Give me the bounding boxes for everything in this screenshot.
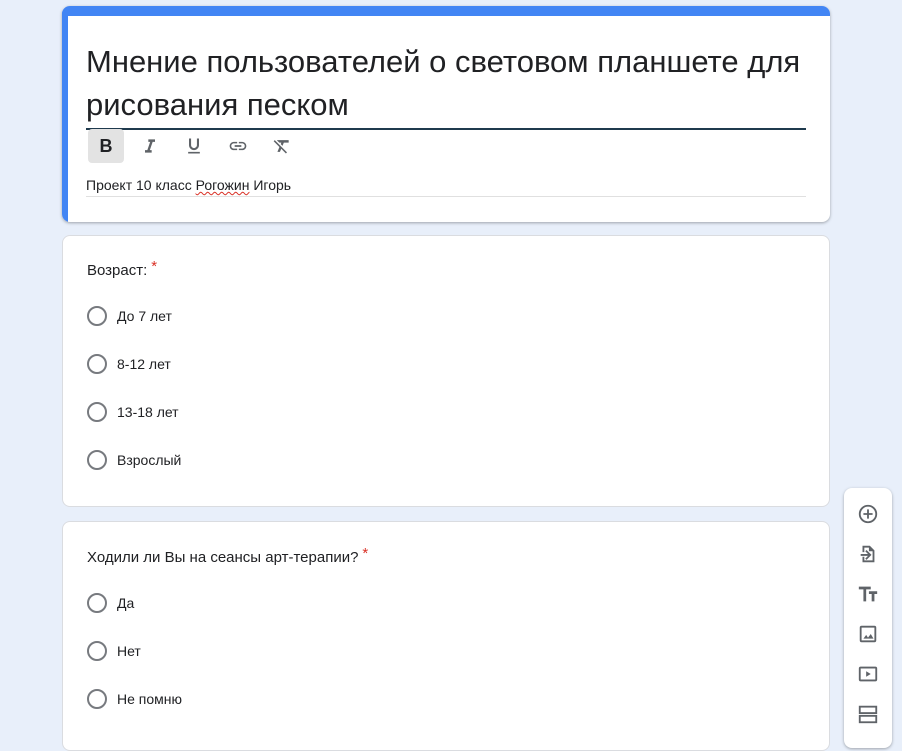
bold-button[interactable]: B [88,129,124,163]
radio-button[interactable] [87,641,107,661]
radio-option[interactable]: Не помню [87,687,182,711]
underline-icon [188,138,200,154]
form-description-input[interactable]: Проект 10 класс Рогожин Игорь [86,176,806,197]
link-icon [229,141,247,151]
import-questions-button[interactable] [856,542,880,566]
underline-button[interactable] [176,129,212,163]
radio-button[interactable] [87,306,107,326]
add-video-icon [858,666,878,682]
add-image-button[interactable] [856,622,880,646]
radio-option[interactable]: Да [87,591,134,615]
clear-format-button[interactable] [264,129,300,163]
question-card-art-therapy[interactable]: Ходили ли Вы на сеансы арт-терапии? * Да … [62,521,830,751]
bold-icon: B [99,135,113,156]
radio-button[interactable] [87,593,107,613]
form-title-input[interactable]: Мнение пользователей о световом планшете… [86,40,806,130]
option-label: Нет [117,643,141,659]
add-question-icon [858,504,878,524]
option-label: Не помню [117,691,183,707]
description-text-end: Игорь [249,177,292,193]
add-video-button[interactable] [856,662,880,686]
add-title-icon [858,586,878,602]
active-left-bar [62,6,68,222]
radio-option[interactable]: До 7 лет [87,304,172,328]
option-label: Да [117,595,135,611]
floating-toolbar [844,488,892,748]
required-asterisk: * [151,258,158,275]
clear-format-icon [273,140,289,154]
option-label: До 7 лет [117,308,172,324]
link-button[interactable] [220,129,256,163]
radio-button[interactable] [87,402,107,422]
radio-button[interactable] [87,450,107,470]
add-title-button[interactable] [856,582,880,606]
option-label: 8-12 лет [117,356,171,372]
question-title-text: Ходили ли Вы на сеансы арт-терапии? [87,549,359,566]
question-title-text: Возраст: [87,262,148,279]
radio-button[interactable] [87,354,107,374]
radio-option[interactable]: Нет [87,639,141,663]
radio-option[interactable]: 13-18 лет [87,400,179,424]
add-question-button[interactable] [856,502,880,526]
required-asterisk: * [362,545,369,562]
add-image-icon [859,625,877,643]
text-format-toolbar: B [88,129,300,163]
question-card-age[interactable]: Возраст: * До 7 лет 8-12 лет 13-18 лет Вз… [62,235,830,507]
italic-button[interactable] [132,129,168,163]
question-title: Возраст: * [87,258,157,279]
radio-option[interactable]: Взрослый [87,448,181,472]
radio-option[interactable]: 8-12 лет [87,352,171,376]
radio-button[interactable] [87,689,107,709]
italic-icon [145,139,155,153]
description-text: Проект 10 класс [86,177,196,193]
add-section-icon [858,705,878,724]
form-title-card[interactable]: Мнение пользователей о световом планшете… [62,6,830,222]
add-section-button[interactable] [856,702,880,726]
import-questions-icon [860,545,875,563]
misspelled-word: Рогожин [195,177,250,193]
option-label: 13-18 лет [117,404,179,420]
option-label: Взрослый [117,452,182,468]
question-title: Ходили ли Вы на сеансы арт-терапии? * [87,545,368,566]
accent-top-bar [62,6,830,16]
